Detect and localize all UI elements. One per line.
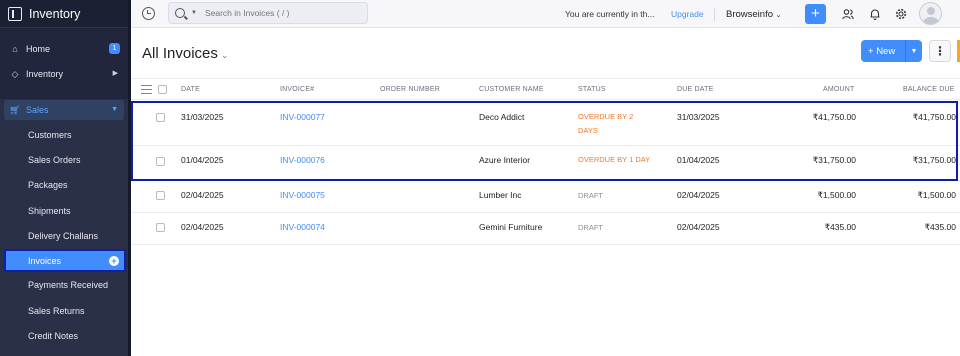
invoice-number-link[interactable]: INV-000075: [280, 190, 325, 200]
page-title-text: All Invoices: [142, 45, 218, 62]
cart-icon: 🛒︎: [9, 104, 21, 115]
gear-icon[interactable]: [895, 8, 907, 20]
customer-name: Lumber Inc: [479, 190, 522, 200]
balance-due: ₹435.00: [924, 222, 956, 232]
new-label-text: New: [876, 45, 896, 57]
more-vertical-icon: ⋮: [934, 44, 946, 58]
sidebar-item-inventory[interactable]: ◇ Inventory ▶: [0, 63, 128, 85]
chevron-down-icon[interactable]: ▼: [191, 10, 197, 16]
chevron-down-icon: ▼: [111, 106, 118, 113]
sidebar-item-sales[interactable]: 🛒︎ Sales ▼: [4, 100, 124, 120]
column-header-invoice[interactable]: INVOICE#: [280, 86, 314, 93]
user-avatar[interactable]: [919, 2, 942, 25]
brand[interactable]: Inventory: [0, 0, 128, 28]
divider: [714, 8, 715, 21]
page-title[interactable]: All Invoices ⌄: [142, 45, 228, 62]
balance-due: ₹1,500.00: [917, 190, 957, 200]
row-checkbox[interactable]: [156, 191, 165, 200]
invoice-date: 02/04/2025: [181, 222, 224, 232]
search-input[interactable]: [204, 8, 355, 18]
table-header: DATE INVOICE# ORDER NUMBER CUSTOMER NAME…: [131, 78, 960, 100]
sidebar-item-label: Invoices: [28, 255, 62, 266]
app-title: Inventory: [29, 6, 81, 21]
sidebar-item-delivery-challans[interactable]: Delivery Challans: [28, 231, 98, 241]
amount: ₹1,500.00: [817, 190, 857, 200]
due-date: 02/04/2025: [677, 190, 720, 200]
column-header-status[interactable]: STATUS: [578, 86, 606, 93]
bell-icon[interactable]: [869, 8, 881, 20]
sidebar-item-label: Inventory: [26, 69, 64, 79]
row-checkbox[interactable]: [156, 223, 165, 232]
tag-icon: ◇: [11, 68, 19, 79]
invoice-date: 02/04/2025: [181, 190, 224, 200]
column-header-due-date[interactable]: DUE DATE: [677, 86, 713, 93]
add-invoice-icon[interactable]: +: [109, 256, 119, 266]
sidebar-item-payments-received[interactable]: Payments Received: [28, 280, 108, 290]
top-bar: ▼ You are currently in th... Upgrade Bro…: [131, 0, 960, 28]
chevron-down-icon: ⌄: [775, 12, 782, 19]
inventory-logo-icon: [8, 6, 22, 21]
new-invoice-button[interactable]: + New ▼: [861, 40, 922, 62]
due-date: 02/04/2025: [677, 222, 720, 232]
more-options-button[interactable]: ⋮: [929, 40, 951, 62]
column-header-customer-name[interactable]: CUSTOMER NAME: [479, 86, 544, 93]
sidebar: Inventory ⌂ Home 1 ◇ Inventory ▶ 🛒︎ Sale…: [0, 0, 128, 356]
customer-name: Gemini Furniture: [479, 222, 543, 232]
sidebar-item-sales-orders[interactable]: Sales Orders: [28, 155, 81, 165]
sidebar-item-shipments[interactable]: Shipments: [28, 206, 71, 216]
status-badge: DRAFT: [578, 191, 603, 200]
overdue-rows-highlight: [131, 101, 958, 181]
invoice-number-link[interactable]: INV-000074: [280, 222, 325, 232]
sidebar-item-home[interactable]: ⌂ Home 1: [0, 38, 128, 60]
search-icon: [175, 8, 185, 18]
sidebar-item-customers[interactable]: Customers: [28, 130, 72, 140]
column-filter-icon[interactable]: [141, 84, 152, 95]
search-bar[interactable]: ▼: [168, 2, 368, 24]
new-button-label: + New: [868, 45, 896, 57]
sidebar-item-packages[interactable]: Packages: [28, 180, 68, 190]
column-header-amount[interactable]: AMOUNT: [823, 86, 855, 93]
chevron-right-icon: ▶: [112, 70, 118, 77]
users-icon[interactable]: [842, 8, 854, 20]
sidebar-item-label: Sales: [26, 105, 49, 115]
column-header-balance-due[interactable]: BALANCE DUE: [903, 86, 955, 93]
column-header-order-number[interactable]: ORDER NUMBER: [380, 86, 440, 93]
org-switcher[interactable]: Browseinfo ⌄: [726, 9, 782, 20]
sidebar-item-sales-returns[interactable]: Sales Returns: [28, 306, 85, 316]
amount: ₹435.00: [824, 222, 856, 232]
app-window: Inventory ⌂ Home 1 ◇ Inventory ▶ 🛒︎ Sale…: [0, 0, 960, 356]
recent-history-icon[interactable]: [142, 7, 155, 20]
sidebar-item-invoices[interactable]: Invoices +: [4, 249, 126, 272]
org-name: Browseinfo: [726, 9, 773, 20]
upgrade-link[interactable]: Upgrade: [671, 9, 704, 19]
status-badge: DRAFT: [578, 223, 603, 232]
sidebar-item-label: Home: [26, 44, 51, 54]
chevron-down-icon[interactable]: ▼: [906, 48, 922, 55]
column-header-date[interactable]: DATE: [181, 86, 200, 93]
trial-notice: You are currently in th...: [565, 9, 655, 19]
sidebar-item-credit-notes[interactable]: Credit Notes: [28, 331, 78, 341]
quick-create-button[interactable]: +: [805, 4, 826, 24]
chevron-down-icon: ⌄: [220, 50, 229, 60]
select-all-checkbox[interactable]: [158, 85, 167, 94]
notification-badge: 1: [109, 43, 120, 54]
table-row[interactable]: 02/04/2025 INV-000075 Lumber Inc DRAFT 0…: [131, 181, 960, 213]
table-row[interactable]: 02/04/2025 INV-000074 Gemini Furniture D…: [131, 213, 960, 245]
home-icon: ⌂: [12, 44, 18, 54]
